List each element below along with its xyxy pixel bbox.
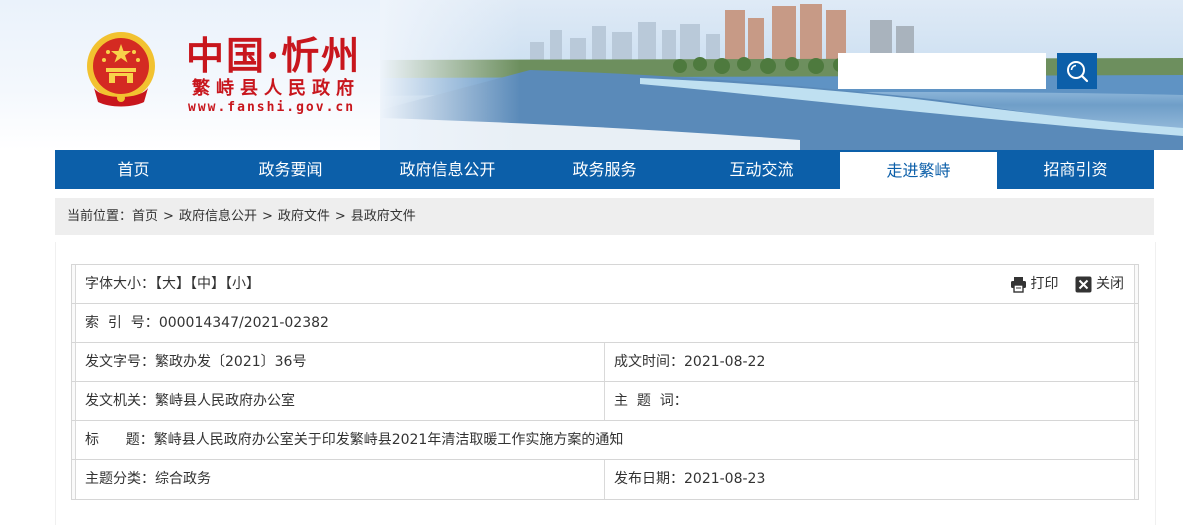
doc-title-label: 标 题：	[85, 432, 154, 448]
doc-title-value: 繁峙县人民政府办公室关于印发繁峙县2021年清洁取暖工作实施方案的通知	[153, 432, 624, 448]
title-cell: 标 题：繁峙县人民政府办公室关于印发繁峙县2021年清洁取暖工作实施方案的通知	[75, 421, 1135, 459]
breadcrumb-prefix: 当前位置：	[67, 209, 133, 224]
breadcrumb-item-home[interactable]: 首页	[132, 198, 158, 235]
nav-item-about-fanshi[interactable]: 走进繁峙	[840, 152, 997, 189]
font-size-large-button[interactable]: 【大】	[155, 276, 190, 292]
breadcrumb-separator: >	[334, 209, 346, 224]
nav-item-services[interactable]: 政务服务	[526, 150, 683, 189]
print-label: 打印	[1030, 276, 1059, 292]
page-tools: 打印 关闭	[998, 265, 1134, 303]
meta-row-issuer: 发文机关：繁峙县人民政府办公室 主 题 词：	[72, 382, 1138, 421]
search-icon	[1067, 61, 1089, 83]
breadcrumb-item-gov-docs[interactable]: 政府文件	[278, 198, 330, 235]
category-value: 综合政务	[155, 471, 211, 487]
search-box	[838, 53, 1097, 89]
meta-row-docno: 发文字号：繁政办发〔2021〕36号 成文时间：2021-08-22	[72, 343, 1138, 382]
index-number-cell: 索 引 号：000014347/2021-02382	[75, 304, 1135, 342]
site-url: www.fanshi.gov.cn	[188, 100, 356, 115]
category-cell: 主题分类：综合政务	[75, 460, 605, 499]
main-nav: 首页 政务要闻 政府信息公开 政务服务 互动交流 走进繁峙 招商引资	[55, 150, 1154, 189]
document-meta-table: 字体大小：【大】【中】【小】 打印 关闭 索 引 号：000014347/202…	[71, 264, 1139, 500]
breadcrumb-item-county-docs[interactable]: 县政府文件	[351, 198, 416, 235]
banner-fade	[380, 0, 520, 150]
search-input[interactable]	[838, 53, 1046, 89]
category-label: 主题分类：	[85, 471, 155, 487]
font-size-controls: 字体大小：【大】【中】【小】	[85, 265, 260, 303]
site-title: 中国·忻州	[186, 33, 362, 78]
national-emblem-icon	[82, 28, 160, 110]
published-date-label: 发布日期：	[614, 471, 684, 487]
search-button[interactable]	[1057, 53, 1097, 89]
font-size-medium-button[interactable]: 【中】	[190, 276, 225, 292]
toolbar-row: 字体大小：【大】【中】【小】 打印 关闭	[72, 265, 1138, 304]
nav-item-interaction[interactable]: 互动交流	[683, 150, 840, 189]
doc-number-value: 繁政办发〔2021〕36号	[155, 354, 307, 370]
printer-icon	[1010, 276, 1026, 293]
created-date-label: 成文时间：	[614, 354, 684, 370]
nav-item-news[interactable]: 政务要闻	[212, 150, 369, 189]
doc-number-label: 发文字号：	[85, 354, 155, 370]
meta-row-index: 索 引 号：000014347/2021-02382	[72, 304, 1138, 343]
close-label: 关闭	[1096, 276, 1124, 292]
breadcrumb-separator: >	[163, 209, 174, 224]
index-number-label: 索 引 号：	[85, 315, 159, 331]
site-subtitle: 繁峙县人民政府	[192, 78, 360, 99]
issuer-label: 发文机关：	[85, 393, 155, 409]
created-date-cell: 成文时间：2021-08-22	[605, 343, 1135, 381]
doc-number-cell: 发文字号：繁政办发〔2021〕36号	[75, 343, 605, 381]
issuer-cell: 发文机关：繁峙县人民政府办公室	[75, 382, 605, 420]
created-date-value: 2021-08-22	[684, 354, 766, 370]
breadcrumb: 当前位置：首页 > 政府信息公开 > 政府文件 > 县政府文件	[55, 198, 1154, 235]
breadcrumb-separator: >	[261, 209, 273, 224]
nav-item-gov-info[interactable]: 政府信息公开	[369, 150, 526, 189]
index-number-value: 000014347/2021-02382	[158, 315, 329, 331]
close-button[interactable]: 关闭	[1075, 265, 1124, 303]
issuer-value: 繁峙县人民政府办公室	[155, 393, 295, 409]
published-date-cell: 发布日期：2021-08-23	[605, 460, 1135, 499]
meta-row-title: 标 题：繁峙县人民政府办公室关于印发繁峙县2021年清洁取暖工作实施方案的通知	[72, 421, 1138, 460]
keywords-label: 主 题 词：	[614, 393, 688, 409]
published-date-value: 2021-08-23	[684, 471, 766, 487]
toolbar-cell: 字体大小：【大】【中】【小】 打印 关闭	[75, 265, 1135, 303]
font-size-label: 字体大小：	[85, 276, 155, 292]
meta-row-category: 主题分类：综合政务 发布日期：2021-08-23	[72, 460, 1138, 499]
font-size-small-button[interactable]: 【小】	[225, 276, 260, 292]
breadcrumb-item-gov-info[interactable]: 政府信息公开	[179, 198, 257, 235]
print-button[interactable]: 打印	[1010, 265, 1059, 303]
site-header: 中国·忻州 繁峙县人民政府 www.fanshi.gov.cn	[0, 0, 1183, 150]
keywords-cell: 主 题 词：	[605, 382, 1135, 420]
nav-item-home[interactable]: 首页	[55, 150, 212, 189]
close-icon	[1075, 276, 1092, 292]
nav-item-investment[interactable]: 招商引资	[997, 150, 1154, 189]
